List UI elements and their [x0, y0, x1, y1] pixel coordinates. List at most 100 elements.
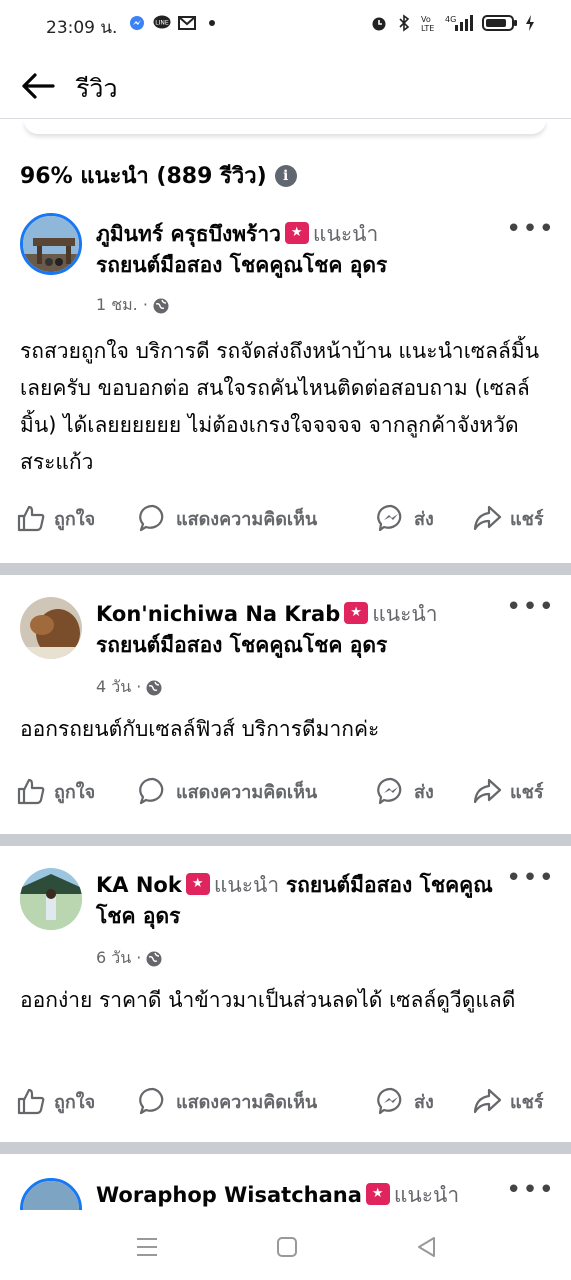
thumbs-up-icon [17, 505, 45, 532]
comment-button[interactable]: แสดงความคิดเห็น [138, 776, 317, 806]
like-button[interactable]: ถูกใจ [16, 776, 95, 806]
status-bar: 23:09 น. LINE Vo LTE 4G [0, 0, 571, 50]
share-button[interactable]: แชร์ [472, 776, 544, 806]
comment-button[interactable]: แสดงความคิดเห็น [138, 503, 317, 533]
review-text: ออกง่าย ราคาดี นำข้าวมาเป็นส่วนลดได้ เซล… [20, 988, 516, 1012]
recommendation-summary: 96% แนะนำ (889 รีวิว) i [20, 158, 297, 193]
menu-icon[interactable] [134, 1234, 160, 1260]
messenger-icon [377, 1087, 402, 1115]
battery-icon [482, 14, 518, 32]
review-meta: 1 ชม. · [96, 293, 169, 318]
review-text: ออกรถยนต์กับเซลล์ฟิวส์ บริการดีมากค่ะ [20, 717, 380, 741]
messenger-icon [128, 14, 146, 32]
recommend-badge-icon [344, 602, 369, 624]
share-icon [473, 1088, 502, 1114]
review-time[interactable]: 6 วัน · [96, 946, 141, 971]
review-author[interactable]: ภูมินทร์ ครุธบึงพร้าว [96, 222, 281, 246]
globe-icon [146, 680, 162, 695]
recommends-label: แนะนำ [393, 1183, 460, 1207]
review-meta: 4 วัน · [96, 675, 162, 700]
avatar[interactable] [20, 1178, 82, 1210]
share-button[interactable]: แชร์ [472, 1086, 544, 1116]
share-icon [473, 778, 502, 804]
status-time: 23:09 น. [46, 18, 118, 38]
avatar[interactable] [20, 213, 82, 275]
app-header: รีวิว [0, 55, 571, 119]
svg-text:LTE: LTE [421, 24, 434, 32]
more-options-icon[interactable]: ••• [506, 594, 555, 620]
send-button[interactable]: ส่ง [376, 776, 434, 806]
recommends-label: แนะนำ [372, 602, 438, 626]
globe-icon [146, 951, 162, 966]
recommends-label: แนะนำ [312, 222, 379, 246]
comment-icon [139, 504, 164, 532]
system-nav-bar [0, 1210, 571, 1280]
like-label: ถูกใจ [54, 1091, 96, 1113]
info-icon[interactable]: i [274, 164, 297, 187]
review-item: Woraphop Wisatchana แนะนำ ••• [0, 1154, 571, 1210]
send-button[interactable]: ส่ง [376, 1086, 434, 1116]
review-meta: 6 วัน · [96, 946, 162, 971]
thumbs-up-icon [17, 1088, 45, 1115]
bluetooth-icon [395, 14, 413, 32]
section-divider [0, 563, 571, 575]
review-text: รถสวยถูกใจ บริการดี รถจัดส่งถึงหน้าบ้าน … [20, 339, 540, 474]
recommends-label: แนะนำ [213, 873, 280, 897]
volte-icon: Vo LTE [420, 14, 438, 32]
avatar[interactable] [20, 868, 82, 930]
review-time[interactable]: 1 ชม. · [96, 293, 148, 318]
page-name[interactable]: รถยนต์มือสอง โชคคูณโชค อุดร [96, 633, 387, 657]
comment-icon [139, 1087, 164, 1115]
like-button[interactable]: ถูกใจ [16, 503, 95, 533]
review-actions: ถูกใจ แสดงความคิดเห็น ส่ง แชร์ [0, 503, 571, 543]
send-label: ส่ง [414, 1091, 434, 1113]
review-item: Kon'nichiwa Na Krab แนะนำ รถยนต์มือสอง โช… [0, 575, 571, 835]
alarm-icon [370, 14, 388, 32]
like-button[interactable]: ถูกใจ [16, 1086, 95, 1116]
line-icon: LINE [153, 14, 171, 32]
like-label: ถูกใจ [54, 508, 96, 530]
messenger-icon [377, 777, 402, 805]
svg-text:Vo: Vo [421, 15, 431, 24]
back-arrow-icon[interactable] [20, 71, 56, 101]
comment-label: แสดงความคิดเห็น [176, 508, 318, 530]
card-edge [24, 120, 546, 134]
more-options-icon[interactable]: ••• [506, 216, 555, 242]
section-divider [0, 1142, 571, 1154]
messenger-icon [377, 504, 402, 532]
svg-text:LINE: LINE [155, 20, 169, 27]
share-label: แชร์ [510, 1091, 544, 1113]
signal-4g-icon: 4G [445, 14, 475, 32]
recommend-badge-icon [284, 222, 309, 244]
comment-label: แสดงความคิดเห็น [176, 781, 318, 803]
share-label: แชร์ [510, 781, 544, 803]
comment-icon [139, 777, 164, 805]
section-divider [0, 834, 571, 846]
review-author[interactable]: Woraphop Wisatchana [96, 1183, 362, 1207]
like-label: ถูกใจ [54, 781, 96, 803]
send-button[interactable]: ส่ง [376, 503, 434, 533]
dot-icon [203, 14, 221, 32]
review-actions: ถูกใจ แสดงความคิดเห็น ส่ง แชร์ [0, 1086, 571, 1126]
home-icon[interactable] [274, 1234, 300, 1260]
review-time[interactable]: 4 วัน · [96, 675, 141, 700]
review-author[interactable]: Kon'nichiwa Na Krab [96, 602, 340, 626]
comment-label: แสดงความคิดเห็น [176, 1091, 318, 1113]
review-author[interactable]: KA Nok [96, 873, 182, 897]
comment-button[interactable]: แสดงความคิดเห็น [138, 1086, 317, 1116]
more-options-icon[interactable]: ••• [506, 865, 555, 891]
more-options-icon[interactable]: ••• [506, 1177, 555, 1203]
share-label: แชร์ [510, 508, 544, 530]
review-item: KA Nokแนะนำ รถยนต์มือสอง โชคคูณโชค อุดร … [0, 846, 571, 1142]
send-label: ส่ง [414, 508, 434, 530]
back-nav-icon[interactable] [414, 1234, 440, 1260]
review-actions: ถูกใจ แสดงความคิดเห็น ส่ง แชร์ [0, 776, 571, 816]
send-label: ส่ง [414, 781, 434, 803]
share-button[interactable]: แชร์ [472, 503, 544, 533]
page-name[interactable]: รถยนต์มือสอง โชคคูณโชค อุดร [96, 253, 387, 277]
recommend-badge-icon [185, 873, 210, 895]
svg-text:4G: 4G [445, 15, 456, 24]
share-icon [473, 505, 502, 531]
review-item: ภูมินทร์ ครุธบึงพร้าว แนะนำ รถยนต์มือสอง … [0, 205, 571, 565]
avatar[interactable] [20, 597, 82, 659]
